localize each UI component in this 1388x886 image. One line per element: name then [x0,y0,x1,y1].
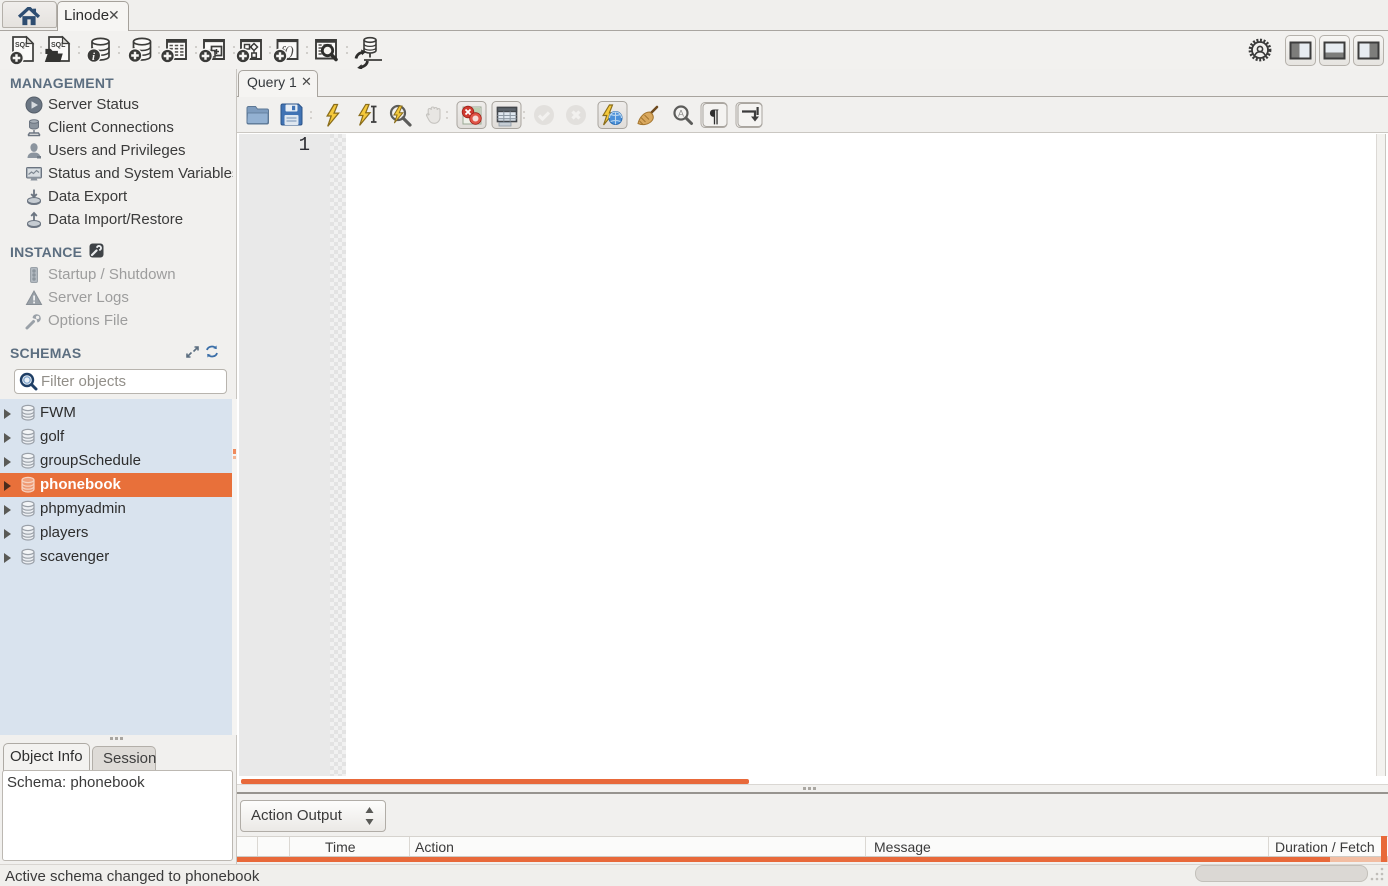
svg-text:¶: ¶ [709,106,719,127]
svg-text:A: A [678,109,684,119]
